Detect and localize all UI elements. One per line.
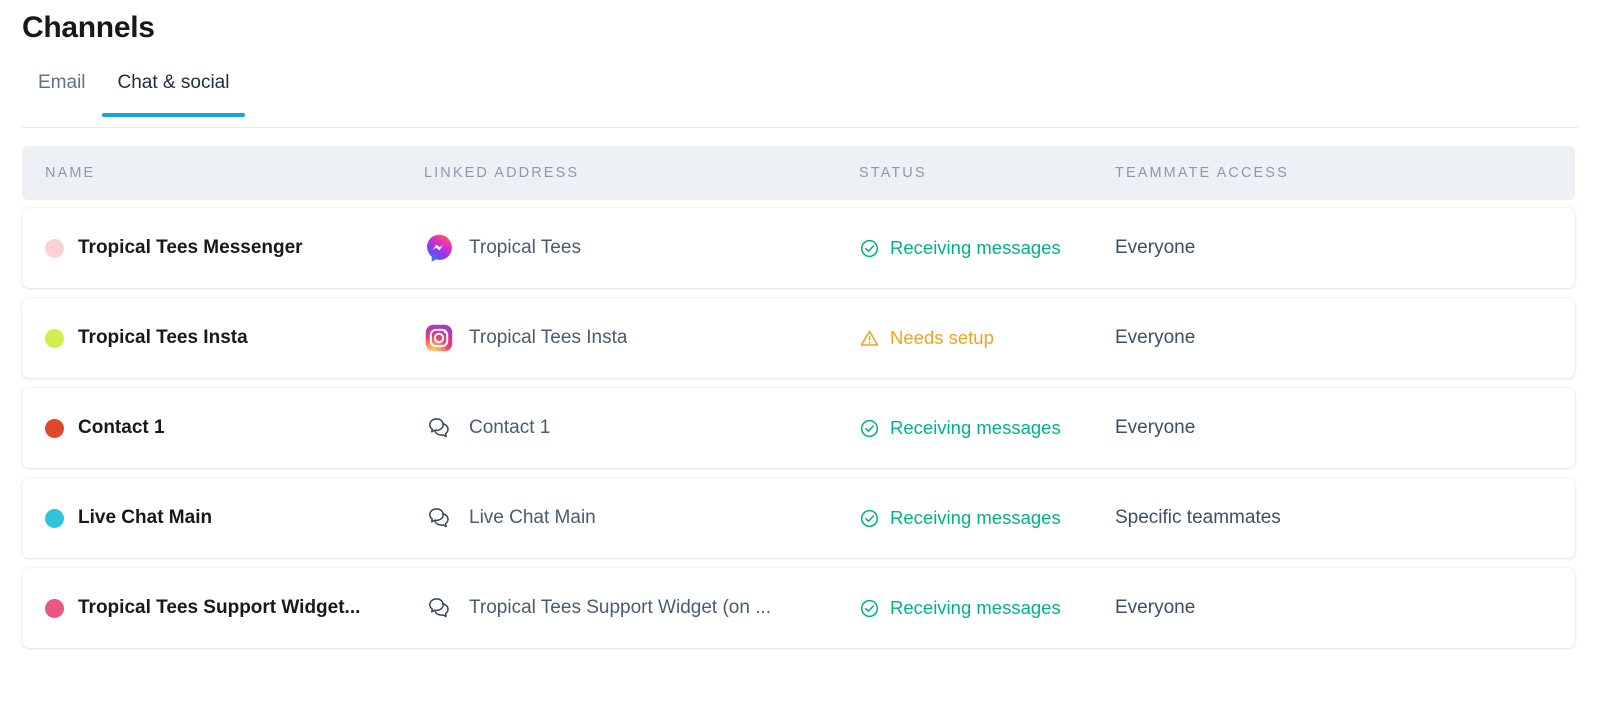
channel-name: Tropical Tees Support Widget...: [78, 597, 361, 618]
linked-address-text: Tropical Tees Support Widget (on ...: [469, 597, 772, 618]
check-circle-icon: [859, 598, 880, 619]
cell-name: Tropical Tees Insta: [22, 327, 422, 349]
cell-status: Receiving messages: [857, 597, 1113, 619]
cell-teammate-access: Everyone: [1113, 417, 1575, 439]
check-circle-icon: [859, 508, 880, 529]
table-header-row: Name Linked address Status Teammate acce…: [22, 146, 1575, 200]
warning-triangle-icon: [859, 328, 880, 349]
tab-chat-and-social[interactable]: Chat & social: [101, 62, 246, 117]
cell-linked-address: Contact 1: [422, 413, 857, 443]
check-circle-icon: [859, 238, 880, 259]
status-badge: Needs setup: [890, 327, 994, 348]
channels-page: Channels Email Chat & social Name Linked…: [0, 0, 1600, 715]
status-badge: Receiving messages: [890, 597, 1061, 618]
instagram-icon: [424, 323, 454, 353]
cell-teammate-access: Everyone: [1113, 327, 1575, 349]
linked-address-text: Contact 1: [469, 417, 551, 438]
tab-email[interactable]: Email: [22, 62, 102, 116]
column-header-name: Name: [45, 165, 96, 181]
linked-address-text: Tropical Tees: [469, 237, 581, 258]
column-header-linked-address: Linked address: [424, 165, 580, 181]
table-row[interactable]: Contact 1 Contact 1 Receiving messages Ever…: [22, 388, 1575, 468]
cell-linked-address: Tropical Tees Support Widget (on ...: [422, 593, 857, 623]
channel-color-dot: [45, 508, 64, 528]
cell-linked-address: Tropical Tees: [422, 233, 857, 263]
teammate-access-value: Specific teammates: [1115, 507, 1281, 528]
cell-status: Receiving messages: [857, 237, 1113, 259]
channel-name: Contact 1: [78, 417, 165, 438]
channel-color-dot: [45, 418, 64, 438]
column-header-teammate-access: Teammate access: [1115, 165, 1289, 181]
teammate-access-value: Everyone: [1115, 597, 1196, 618]
column-header-status: Status: [859, 165, 927, 181]
cell-name: Contact 1: [22, 417, 422, 439]
cell-name: Tropical Tees Messenger: [22, 237, 422, 259]
channel-name: Tropical Tees Insta: [78, 327, 248, 348]
table-row[interactable]: Tropical Tees Messenger Tropical Tees Rece…: [22, 208, 1575, 288]
chat-bubbles-icon: [424, 593, 454, 623]
channels-table: Name Linked address Status Teammate acce…: [22, 146, 1575, 658]
cell-name: Live Chat Main: [22, 507, 422, 529]
channel-name: Live Chat Main: [78, 507, 213, 528]
table-row[interactable]: Live Chat Main Live Chat Main Receiving me…: [22, 478, 1575, 558]
cell-linked-address: Live Chat Main: [422, 503, 857, 533]
cell-teammate-access: Everyone: [1113, 237, 1575, 259]
linked-address-text: Live Chat Main: [469, 507, 596, 528]
cell-status: Receiving messages: [857, 507, 1113, 529]
tab-chat-and-social-label: Chat & social: [117, 72, 230, 93]
channel-color-dot: [45, 598, 64, 618]
chat-bubbles-icon: [424, 413, 454, 443]
channel-color-dot: [45, 238, 64, 258]
table-row[interactable]: Tropical Tees Insta Tropical Tees Insta Ne…: [22, 298, 1575, 378]
status-badge: Receiving messages: [890, 507, 1061, 528]
cell-teammate-access: Everyone: [1113, 597, 1575, 619]
cell-status: Receiving messages: [857, 417, 1113, 439]
cell-teammate-access: Specific teammates: [1113, 507, 1575, 529]
status-badge: Receiving messages: [890, 417, 1061, 438]
table-row[interactable]: Tropical Tees Support Widget... Tropical …: [22, 568, 1575, 648]
tab-email-label: Email: [38, 72, 86, 93]
channel-color-dot: [45, 328, 64, 348]
teammate-access-value: Everyone: [1115, 327, 1196, 348]
messenger-icon: [424, 233, 454, 263]
tab-bar: Email Chat & social: [22, 62, 1578, 128]
table-body: Tropical Tees Messenger Tropical Tees Rece…: [22, 208, 1575, 648]
teammate-access-value: Everyone: [1115, 237, 1196, 258]
chat-bubbles-icon: [424, 503, 454, 533]
check-circle-icon: [859, 418, 880, 439]
cell-name: Tropical Tees Support Widget...: [22, 597, 422, 619]
channel-name: Tropical Tees Messenger: [78, 237, 303, 258]
status-badge: Receiving messages: [890, 237, 1061, 258]
linked-address-text: Tropical Tees Insta: [469, 327, 628, 348]
page-title: Channels: [22, 11, 155, 44]
cell-linked-address: Tropical Tees Insta: [422, 323, 857, 353]
teammate-access-value: Everyone: [1115, 417, 1196, 438]
cell-status: Needs setup: [857, 327, 1113, 349]
